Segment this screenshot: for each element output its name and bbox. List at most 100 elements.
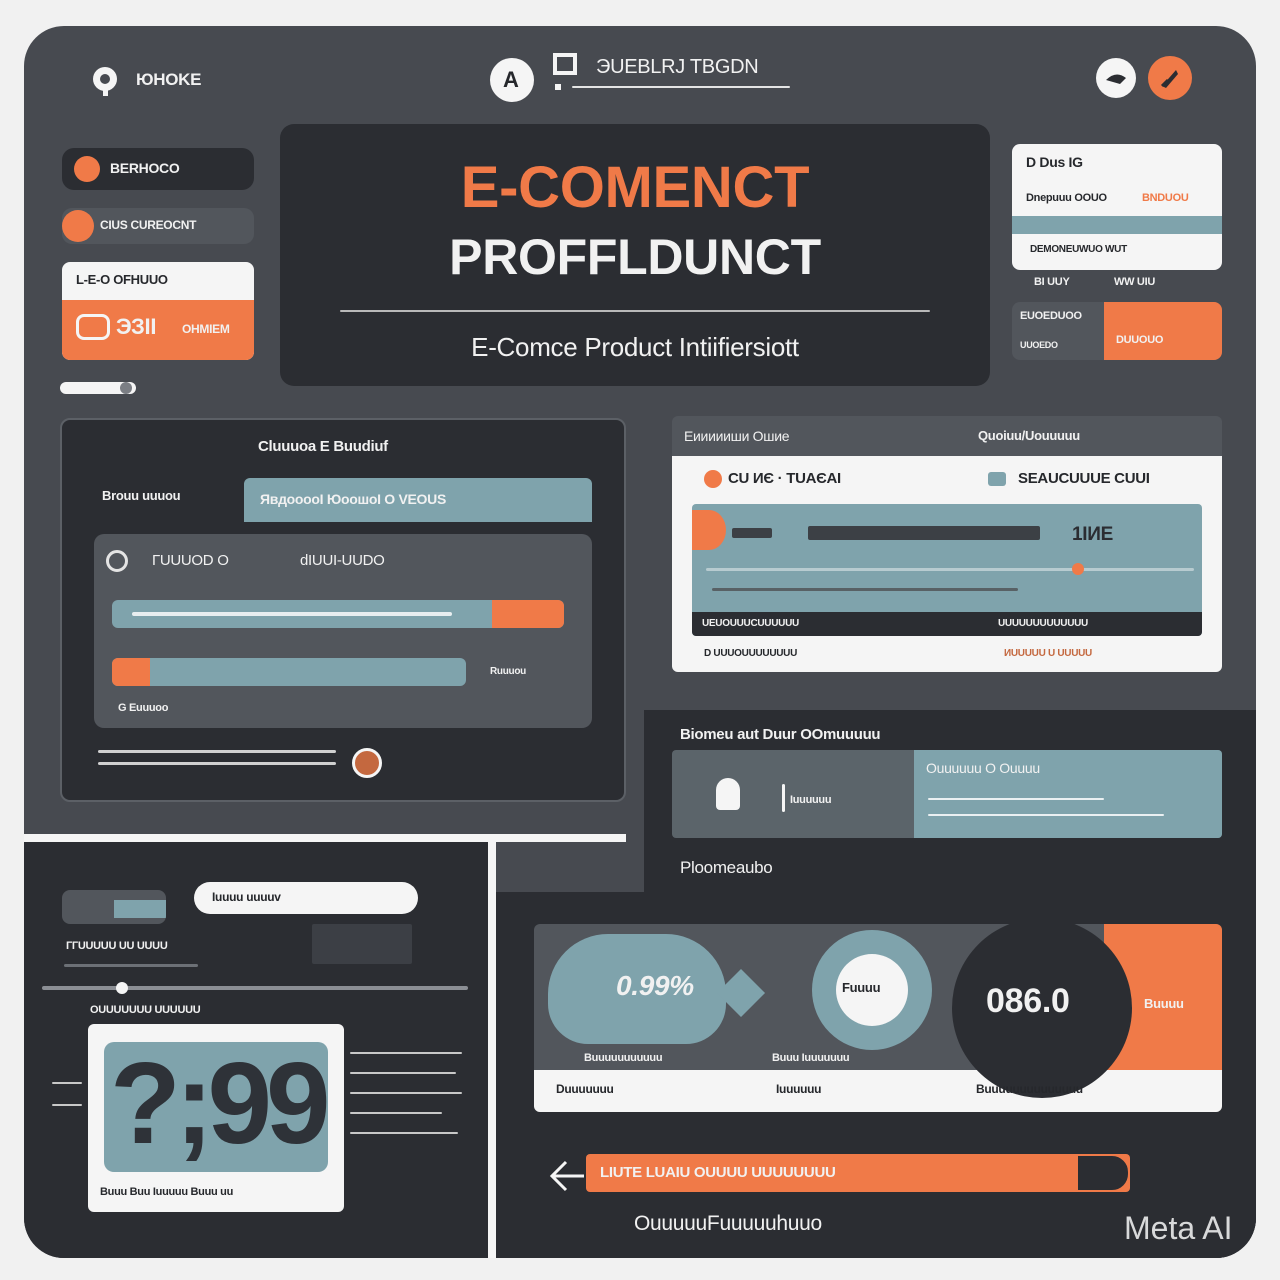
stats-circle[interactable]: Fuuuu [812, 930, 932, 1050]
hero-subtitle: E-Comce Product Intiifiersiott [471, 332, 799, 362]
stats-value-label: Buuuu [1144, 996, 1184, 1011]
stats-legend-item: Duuuuuuu [556, 1082, 614, 1096]
product-footer-left: D UUUOUUUUUUUU [704, 648, 798, 659]
input-text [132, 612, 452, 616]
address-input-action[interactable] [492, 600, 564, 628]
reviews-card[interactable]: Ouuuuuu O Ouuuu Iuuuuuu [672, 750, 1222, 838]
circle-icon [74, 156, 100, 182]
cart-icon [76, 314, 110, 340]
mini-table-cell: DUUOUO [1116, 334, 1164, 346]
product-item[interactable]: CU ИЄ · ТUAЄAI [728, 470, 841, 487]
mini-toggle[interactable] [62, 890, 166, 924]
image-card[interactable]: ?;99 Buuu Buu Iuuuuu Buuu uu [88, 1024, 344, 1212]
sidebar-card-cart[interactable]: L-E-O OFHUUO ЭЗІІ OHMIEM [62, 262, 254, 360]
sidebar-item-label: L-E-O OFHUUO [76, 272, 168, 287]
image-glyphs: ?;99 [110, 1042, 328, 1168]
shipping-bar[interactable] [112, 658, 466, 686]
app-window: ЮHOKE A ЭUEBLRJ TBGDN BERHOCO CIUS CUREO… [24, 26, 1256, 1258]
form-row-value: dIUUI-UUDO [300, 552, 385, 569]
item-icon [988, 472, 1006, 486]
center-badge[interactable]: A [490, 58, 534, 102]
back-arrow-icon[interactable] [546, 1156, 586, 1196]
stats-bubble[interactable]: 0.99% [548, 934, 726, 1044]
action-bar-label: LIUTE LUAIU OUUUU UUUUUUUU [600, 1164, 836, 1181]
sidebar-item-label: CIUS CUREOCNT [100, 218, 197, 232]
price-value: 1IИE [1072, 524, 1113, 545]
mini-table-cell: EUOEDUOO [1020, 310, 1082, 322]
stats-caption: Buuuuuuuuuuu [584, 1052, 663, 1064]
form-row-label: ГUUUOD O [152, 552, 229, 569]
toggle-knob [120, 382, 132, 394]
product-card-line: Dnepuuu OOUO [1026, 192, 1107, 204]
sidebar-item-discounts[interactable]: CIUS CUREOCNT [62, 208, 254, 244]
stats-circle-label: Fuuuu [842, 980, 881, 995]
price-footer-left: UEUOUUUCUUUUUU [702, 618, 799, 629]
bar-caption: Ruuuou [490, 666, 526, 677]
product-item[interactable]: SEAUCUUUE CUUI [1018, 470, 1150, 487]
product-footer-right: ИUUUUU U UUUUU [1004, 648, 1092, 659]
checkout-tab-header[interactable]: ЯвдооооI ЮоошоI O VEOUS [244, 478, 592, 522]
action-bar[interactable]: LIUTE LUAIU OUUUU UUUUUUUU [586, 1154, 1130, 1192]
cart-panel: ЭЗІІ OHMIEM [62, 300, 254, 360]
avatar [716, 778, 740, 810]
price-row[interactable]: 1IИE UEUOUUUCUUUUUU UUUUUUUUUUUUU [692, 504, 1202, 636]
terms-text [98, 762, 336, 765]
checkout-tab-active[interactable]: Brouu uuuou [102, 488, 181, 503]
form-footer-link[interactable]: G Euuuoo [118, 702, 168, 714]
bottom-left-slider[interactable] [42, 986, 468, 990]
stats-bubble-value: 0.99% [616, 970, 694, 1001]
sidebar-item-label: BERHOCO [110, 160, 180, 176]
image-caption: Buuu Buu Iuuuuu Buuu uu [100, 1186, 234, 1198]
checkout-form: ГUUUOD O dIUUI-UUDO Ruuuou G Euuuoo [94, 534, 592, 728]
separator [24, 834, 626, 842]
mini-table[interactable]: EUOEDUOO UUOEDO DUUOUO [1012, 302, 1222, 360]
price-slider-knob[interactable] [1072, 563, 1084, 575]
tag-icon [62, 210, 94, 242]
avatar-divider [782, 784, 785, 812]
product-card[interactable]: D Dus IG Dnepuuu OOUO BNDUOU DEMONEUWUO … [1012, 144, 1222, 270]
address-input[interactable] [112, 600, 564, 628]
search-pill[interactable]: Iuuuu uuuuv [194, 882, 418, 914]
sidebar-item-overview[interactable]: BERHOCO [62, 148, 254, 190]
side-text [350, 1092, 462, 1094]
hero-panel: E-COMENCT PROFFLDUNCT E-Comce Product In… [280, 124, 990, 386]
header: ЮHOKE A ЭUEBLRJ TBGDN [24, 26, 1256, 124]
search-field[interactable]: ЭUEBLRJ TBGDN [596, 56, 759, 79]
search-underline [572, 86, 790, 88]
bottom-left-section: OUUUUUUU UUUUUU [90, 1004, 201, 1016]
product-panel: Еиииииши Ошие Quoiuu/Uouuuuu CU ИЄ · ТUA… [672, 416, 1222, 672]
cart-count: ЭЗІІ [116, 314, 157, 339]
chart-label: OHMIEM [182, 322, 230, 336]
terms-text [98, 750, 336, 753]
price-caption [712, 588, 1018, 591]
side-text [350, 1072, 456, 1074]
stats-value-disc[interactable]: 086.0 [952, 924, 1132, 1098]
item-dot-icon [704, 470, 722, 488]
separator [488, 842, 496, 1258]
price-slider[interactable] [706, 568, 1194, 571]
action-bar-footer: OuuuuuFuuuuuhuuo [634, 1212, 822, 1235]
product-panel-head: Quoiuu/Uouuuuu [978, 428, 1080, 443]
card-foot-right: WW UIU [1114, 276, 1155, 288]
price-text [808, 526, 1040, 540]
mini-table-accent: DUUOUO [1104, 302, 1222, 360]
rocket-icon[interactable] [1148, 56, 1192, 100]
radio-icon[interactable] [106, 550, 128, 572]
checkout-panel: Cluuuoa E Buudiuf Brouu uuuou ЯвдооооI Ю… [60, 418, 626, 802]
watermark: Meta AI [1124, 1210, 1233, 1246]
reviews-card-accent: Ouuuuuu O Ouuuu [914, 750, 1222, 838]
price-footer: UEUOUUUCUUUUUU UUUUUUUUUUUUU [692, 612, 1202, 636]
user-icon[interactable] [1096, 58, 1136, 98]
stats-legend [534, 1070, 1222, 1112]
center-badge-label: A [503, 67, 519, 92]
reviews-footer[interactable]: Ploomeaubo [680, 858, 773, 878]
action-bar-end[interactable] [1076, 1154, 1130, 1192]
search-pill-label: Iuuuu uuuuv [212, 890, 281, 904]
hero-divider [340, 310, 930, 312]
bottom-left-divider [64, 964, 198, 967]
side-text [350, 1132, 458, 1134]
logo-icon[interactable] [90, 64, 124, 98]
stats-card: 0.99% Fuuuu 086.0 Buuuu Buuuuuuuuuuu Buu… [534, 924, 1222, 1112]
slider-knob[interactable] [116, 982, 128, 994]
settings-icon[interactable] [352, 748, 382, 778]
